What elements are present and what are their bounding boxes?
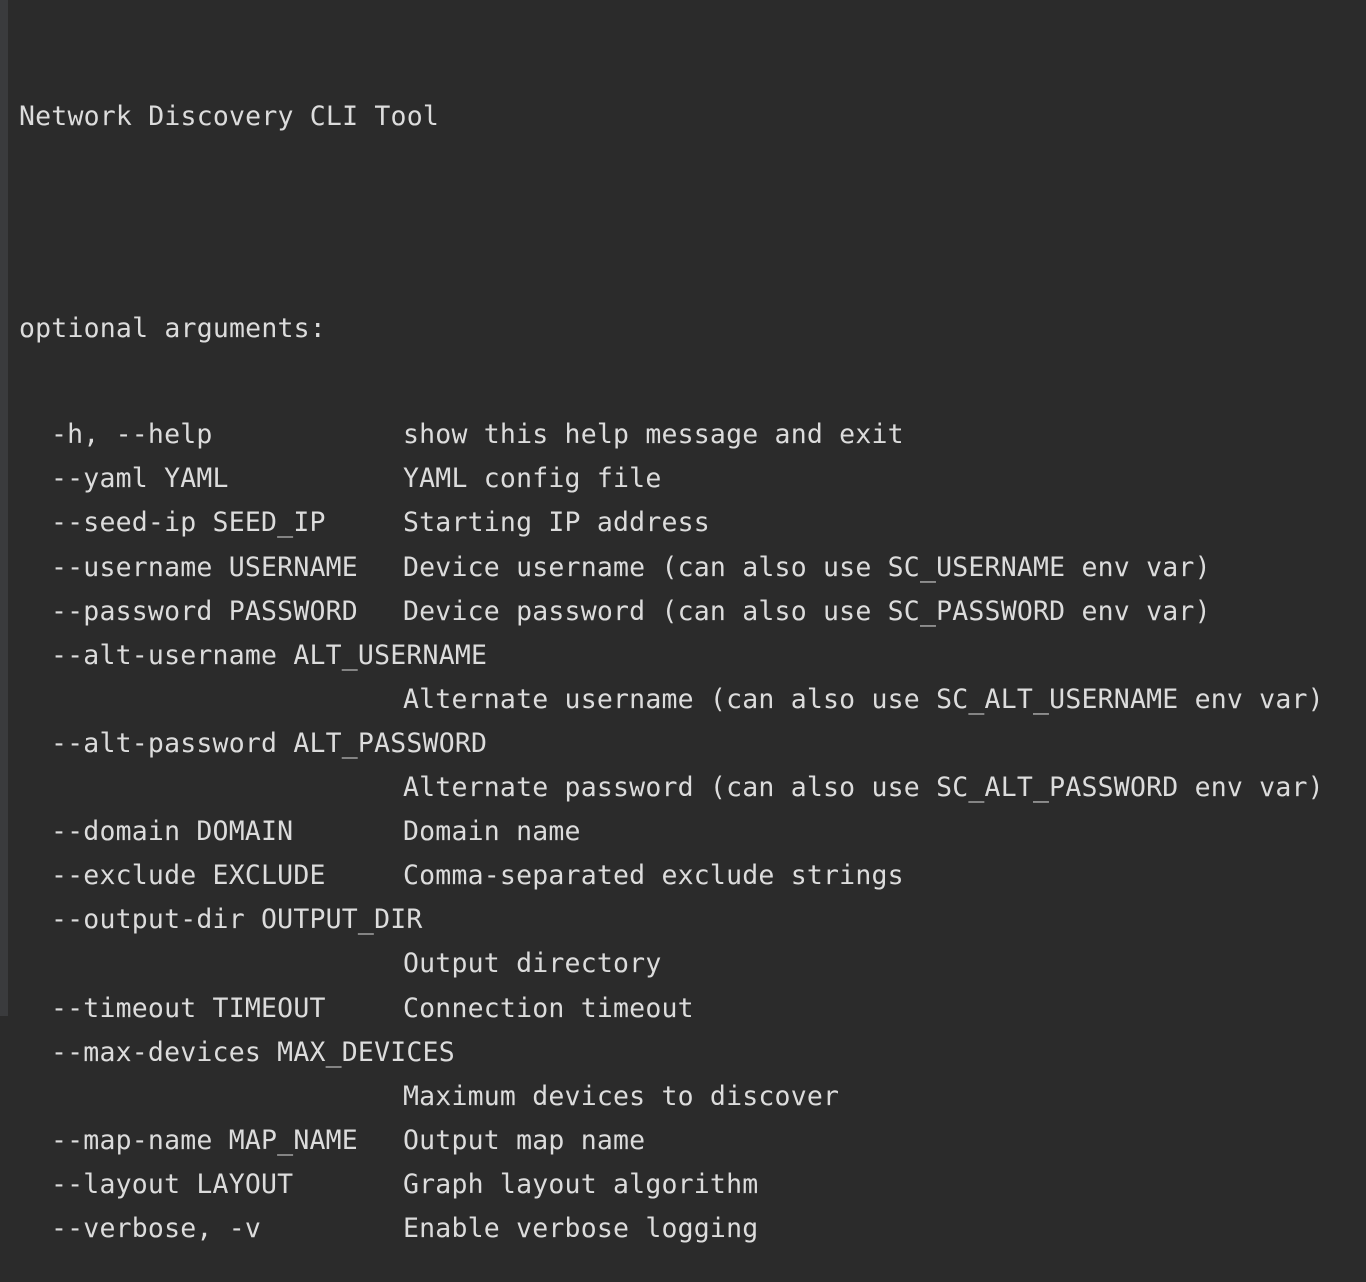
option-help: show this help message and exit xyxy=(403,419,904,451)
option-help: Connection timeout xyxy=(403,992,694,1024)
option-row-continued: Output directory xyxy=(19,942,1359,986)
option-flag: --map-name MAP_NAME xyxy=(51,1124,358,1156)
option-flag: --layout LAYOUT xyxy=(51,1168,294,1200)
option-help: Domain name xyxy=(403,816,581,848)
option-row: --yaml YAML YAML config file xyxy=(19,457,1359,501)
option-flag: -h, --help xyxy=(51,419,213,451)
console-gutter xyxy=(0,0,8,1016)
console-output: Network Discovery CLI Tool optional argu… xyxy=(19,33,1359,1282)
option-flag: --verbose, -v xyxy=(51,1212,262,1244)
option-row: --layout LAYOUT Graph layout algorithm xyxy=(19,1163,1359,1207)
option-help: Alternate username (can also use SC_ALT_… xyxy=(403,683,1324,715)
option-row: --username USERNAME Device username (can … xyxy=(19,546,1359,590)
option-help: Output map name xyxy=(403,1124,646,1156)
option-help: Alternate password (can also use SC_ALT_… xyxy=(403,772,1324,804)
option-help: Starting IP address xyxy=(403,507,710,539)
option-flag: --seed-ip SEED_IP xyxy=(51,507,326,539)
option-flag: --max-devices MAX_DEVICES xyxy=(51,1036,455,1068)
option-flag: --exclude EXCLUDE xyxy=(51,860,326,892)
option-row: --map-name MAP_NAME Output map name xyxy=(19,1119,1359,1163)
option-flag: --output-dir OUTPUT_DIR xyxy=(51,904,423,936)
option-help: Comma-separated exclude strings xyxy=(403,860,904,892)
option-flag: --alt-password ALT_PASSWORD xyxy=(51,727,488,759)
option-flag: --username USERNAME xyxy=(51,551,358,583)
option-help: Graph layout algorithm xyxy=(403,1168,759,1200)
option-flag: --yaml YAML xyxy=(51,463,229,495)
option-row-continued: Maximum devices to discover xyxy=(19,1075,1359,1119)
option-row: --password PASSWORD Device password (can … xyxy=(19,590,1359,634)
tool-description: Network Discovery CLI Tool xyxy=(19,101,440,132)
option-flag: --domain DOMAIN xyxy=(51,816,294,848)
option-help: Device password (can also use SC_PASSWOR… xyxy=(403,595,1211,627)
section-header: optional arguments: xyxy=(19,313,326,345)
option-row-continued: Alternate password (can also use SC_ALT_… xyxy=(19,766,1359,810)
option-row-continued: Alternate username (can also use SC_ALT_… xyxy=(19,678,1359,722)
option-help: Enable verbose logging xyxy=(403,1212,759,1244)
option-help: Output directory xyxy=(403,948,662,980)
options-list: -h, --help show this help message and exi… xyxy=(19,413,1359,1251)
option-row: --alt-password ALT_PASSWORD xyxy=(19,722,1359,766)
option-row: --exclude EXCLUDE Comma-separated exclude… xyxy=(19,854,1359,898)
option-flag: --timeout TIMEOUT xyxy=(51,992,326,1024)
option-row: --seed-ip SEED_IP Starting IP address xyxy=(19,501,1359,545)
option-row: --max-devices MAX_DEVICES xyxy=(19,1031,1359,1075)
option-row: --verbose, -v Enable verbose logging xyxy=(19,1207,1359,1251)
option-help: Device username (can also use SC_USERNAM… xyxy=(403,551,1211,583)
option-row: -h, --help show this help message and exi… xyxy=(19,413,1359,457)
option-row: --timeout TIMEOUT Connection timeout xyxy=(19,987,1359,1031)
option-flag: --password PASSWORD xyxy=(51,595,358,627)
option-flag: --alt-username ALT_USERNAME xyxy=(51,639,488,671)
option-help: Maximum devices to discover xyxy=(403,1080,840,1112)
option-row: --output-dir OUTPUT_DIR xyxy=(19,898,1359,942)
option-row: --alt-username ALT_USERNAME xyxy=(19,634,1359,678)
option-help: YAML config file xyxy=(403,463,662,495)
option-row: --domain DOMAIN Domain name xyxy=(19,810,1359,854)
